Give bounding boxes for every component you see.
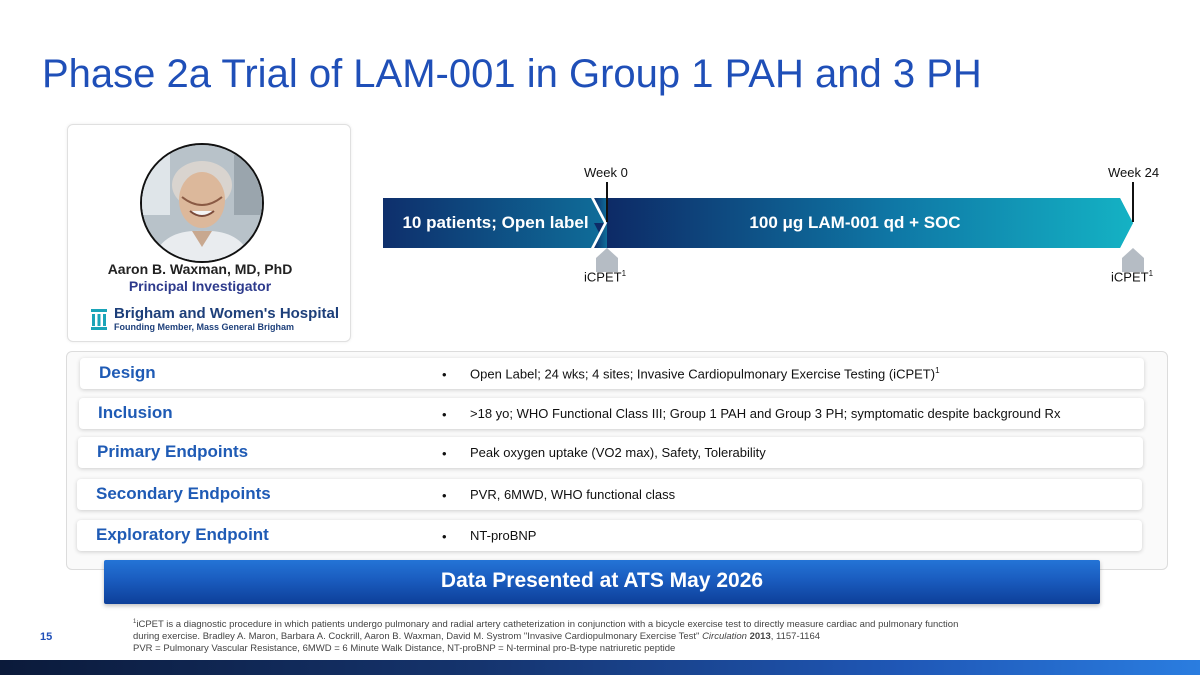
data-presented-banner: Data Presented at ATS May 2026 <box>104 560 1100 604</box>
hospital-building-icon <box>91 309 107 330</box>
hospital-name: Brigham and Women's Hospital <box>114 305 339 322</box>
page-number: 15 <box>40 631 53 643</box>
week-0-tick <box>606 182 608 222</box>
footnote-3: PVR = Pulmonary Vascular Resistance, 6MW… <box>133 643 676 654</box>
bullet: • <box>442 446 447 461</box>
week-24-label: Week 24 <box>1108 165 1160 180</box>
row-design: Design • Open Label; 24 wks; 4 sites; In… <box>80 358 1144 389</box>
row-value: Open Label; 24 wks; 4 sites; Invasive Ca… <box>470 366 940 382</box>
footnote-1: 1iCPET is a diagnostic procedure in whic… <box>133 619 959 631</box>
row-label: Exploratory Endpoint <box>96 525 269 544</box>
footer-bar <box>0 660 1200 675</box>
row-value: PVR, 6MWD, WHO functional class <box>470 487 676 502</box>
investigator-role: Principal Investigator <box>128 278 272 294</box>
row-value: Peak oxygen uptake (VO2 max), Safety, To… <box>470 445 766 460</box>
row-value: NT-proBNP <box>470 528 537 543</box>
bullet: • <box>442 529 447 544</box>
row-label: Primary Endpoints <box>97 442 249 461</box>
row-inclusion: Inclusion • >18 yo; WHO Functional Class… <box>79 398 1144 429</box>
bullet: • <box>442 367 447 382</box>
banner-text: Data Presented at ATS May 2026 <box>440 569 764 592</box>
hospital-subtitle: Founding Member, Mass General Brigham <box>114 322 295 332</box>
bullet: • <box>442 488 447 503</box>
row-label: Design <box>99 363 156 382</box>
investigator-card: Aaron B. Waxman, MD, PhD Principal Inves… <box>67 124 351 342</box>
segment-treatment-text: 100 μg LAM-001 qd + SOC <box>749 213 961 232</box>
row-value: >18 yo; WHO Functional Class III; Group … <box>470 406 1061 421</box>
avatar <box>140 143 264 263</box>
icpet-label-start: iCPET1 <box>584 269 627 285</box>
page-title: Phase 2a Trial of LAM-001 in Group 1 PAH… <box>42 52 982 96</box>
footnote-2: during exercise. Bradley A. Maron, Barba… <box>133 631 821 642</box>
row-exploratory-endpoint: Exploratory Endpoint • NT-proBNP <box>77 520 1142 551</box>
study-timeline: Week 0 Week 24 10 patients; Open label 1… <box>380 160 1180 290</box>
week-24-tick <box>1132 182 1134 222</box>
week-0-label: Week 0 <box>584 165 628 180</box>
row-secondary-endpoints: Secondary Endpoints • PVR, 6MWD, WHO fun… <box>77 479 1142 510</box>
hospital-logo: Brigham and Women's Hospital Founding Me… <box>90 305 339 335</box>
investigator-name: Aaron B. Waxman, MD, PhD <box>107 261 293 277</box>
bullet: • <box>442 407 447 422</box>
row-label: Secondary Endpoints <box>96 484 271 503</box>
portrait-illustration <box>142 145 262 261</box>
row-label: Inclusion <box>98 403 173 422</box>
segment-open-label-text: 10 patients; Open label <box>402 213 589 232</box>
row-primary-endpoints: Primary Endpoints • Peak oxygen uptake (… <box>78 437 1143 468</box>
icpet-label-end: iCPET1 <box>1111 269 1154 285</box>
